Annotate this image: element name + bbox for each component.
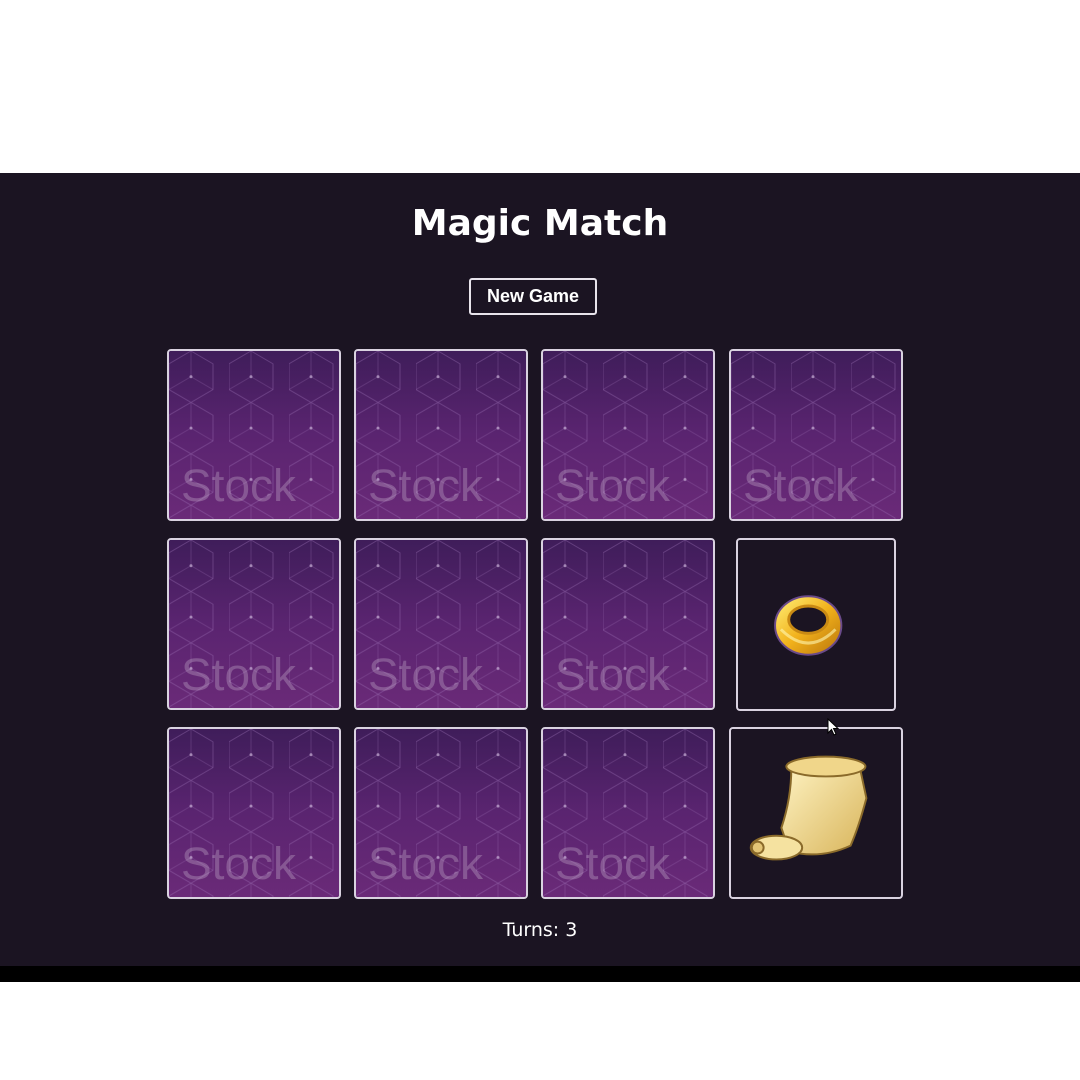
card-back-watermark: Stock xyxy=(368,838,483,889)
game-screen: Magic Match New Game Stock Stock Stock S… xyxy=(0,173,1080,968)
memory-card-face-down[interactable]: Stock xyxy=(541,727,715,899)
memory-card-face-down[interactable]: Stock xyxy=(541,538,715,710)
ring-icon xyxy=(738,541,894,708)
turns-value: 3 xyxy=(565,919,578,941)
memory-card-face-up[interactable] xyxy=(729,727,903,899)
memory-card-face-down[interactable]: Stock xyxy=(354,538,528,710)
memory-card-face-down[interactable]: Stock xyxy=(541,349,715,521)
card-back-watermark: Stock xyxy=(181,460,296,511)
bottom-bar xyxy=(0,966,1080,982)
card-back-watermark: Stock xyxy=(181,649,296,700)
memory-card-face-down[interactable]: Stock xyxy=(354,349,528,521)
turns-counter: Turns: 3 xyxy=(0,919,1080,941)
memory-card-face-down[interactable]: Stock xyxy=(167,538,341,710)
card-back-watermark: Stock xyxy=(555,460,670,511)
card-back-watermark: Stock xyxy=(368,460,483,511)
turns-label: Turns: xyxy=(502,919,560,941)
memory-card-face-down[interactable]: Stock xyxy=(729,349,903,521)
game-title: Magic Match xyxy=(411,203,669,244)
card-back-watermark: Stock xyxy=(181,838,296,889)
card-back-watermark: Stock xyxy=(368,649,483,700)
card-back-watermark: Stock xyxy=(555,838,670,889)
memory-card-face-up[interactable] xyxy=(736,538,896,711)
card-back-watermark: Stock xyxy=(555,649,670,700)
mouse-pointer-icon xyxy=(827,718,840,736)
memory-card-face-down[interactable]: Stock xyxy=(167,349,341,521)
memory-card-face-down[interactable]: Stock xyxy=(354,727,528,899)
card-back-watermark: Stock xyxy=(743,460,858,511)
memory-card-face-down[interactable]: Stock xyxy=(167,727,341,899)
new-game-button[interactable]: New Game xyxy=(469,278,597,315)
scroll-icon xyxy=(732,729,900,897)
